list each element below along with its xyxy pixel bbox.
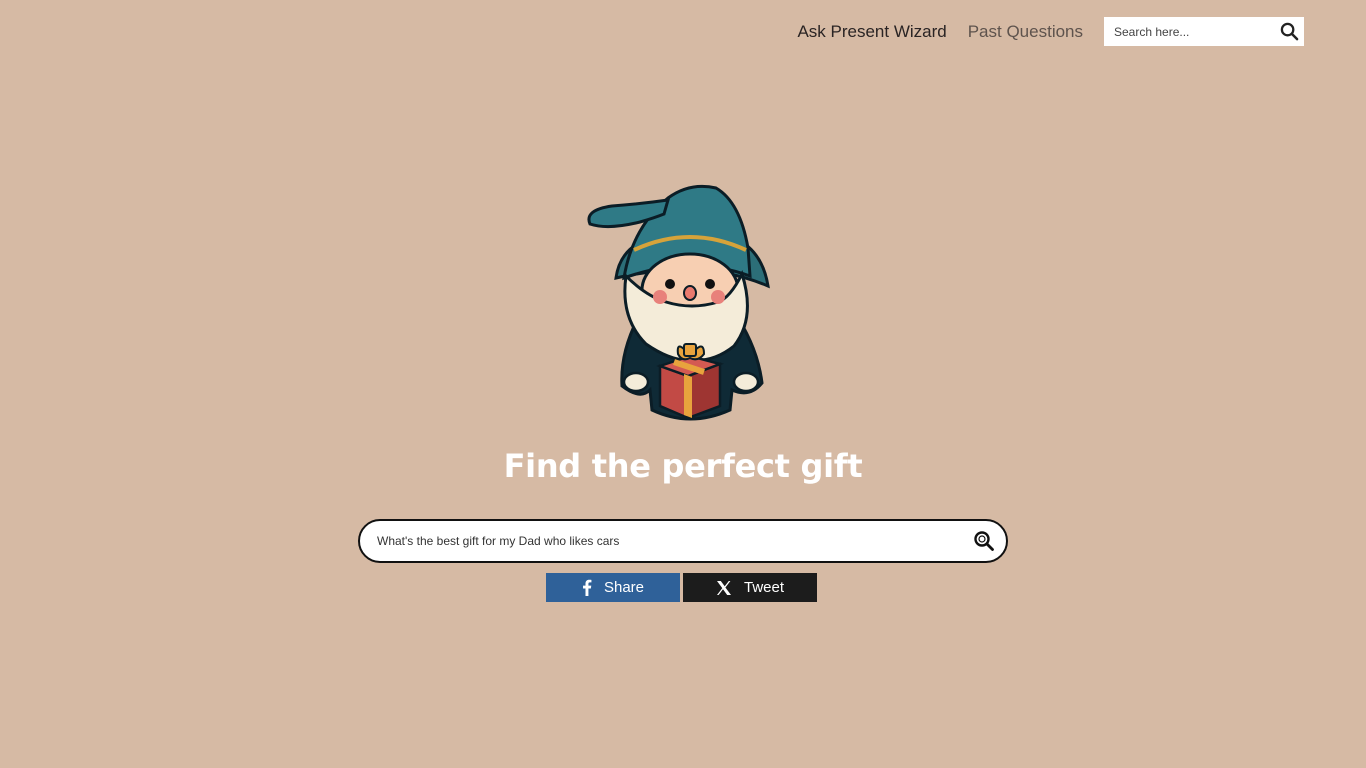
wizard-illustration	[580, 178, 772, 424]
top-nav: Ask Present Wizard Past Questions	[797, 17, 1304, 46]
nav-ask-present-wizard[interactable]: Ask Present Wizard	[797, 22, 946, 42]
x-tweet-label: Tweet	[743, 579, 785, 596]
header-search-input[interactable]	[1114, 24, 1274, 39]
share-buttons: Share Tweet	[546, 573, 817, 602]
gift-question-search	[358, 519, 1008, 563]
nav-past-questions[interactable]: Past Questions	[968, 22, 1083, 42]
facebook-share-button[interactable]: Share	[546, 573, 680, 602]
facebook-share-label: Share	[603, 579, 645, 596]
x-icon	[716, 580, 732, 596]
facebook-icon	[582, 579, 592, 596]
gift-question-input[interactable]	[377, 534, 972, 548]
x-tweet-button[interactable]: Tweet	[683, 573, 817, 602]
search-icon[interactable]	[972, 529, 996, 553]
page-headline: Find the perfect gift	[503, 447, 863, 485]
header-search	[1104, 17, 1304, 46]
search-icon[interactable]	[1274, 17, 1304, 46]
